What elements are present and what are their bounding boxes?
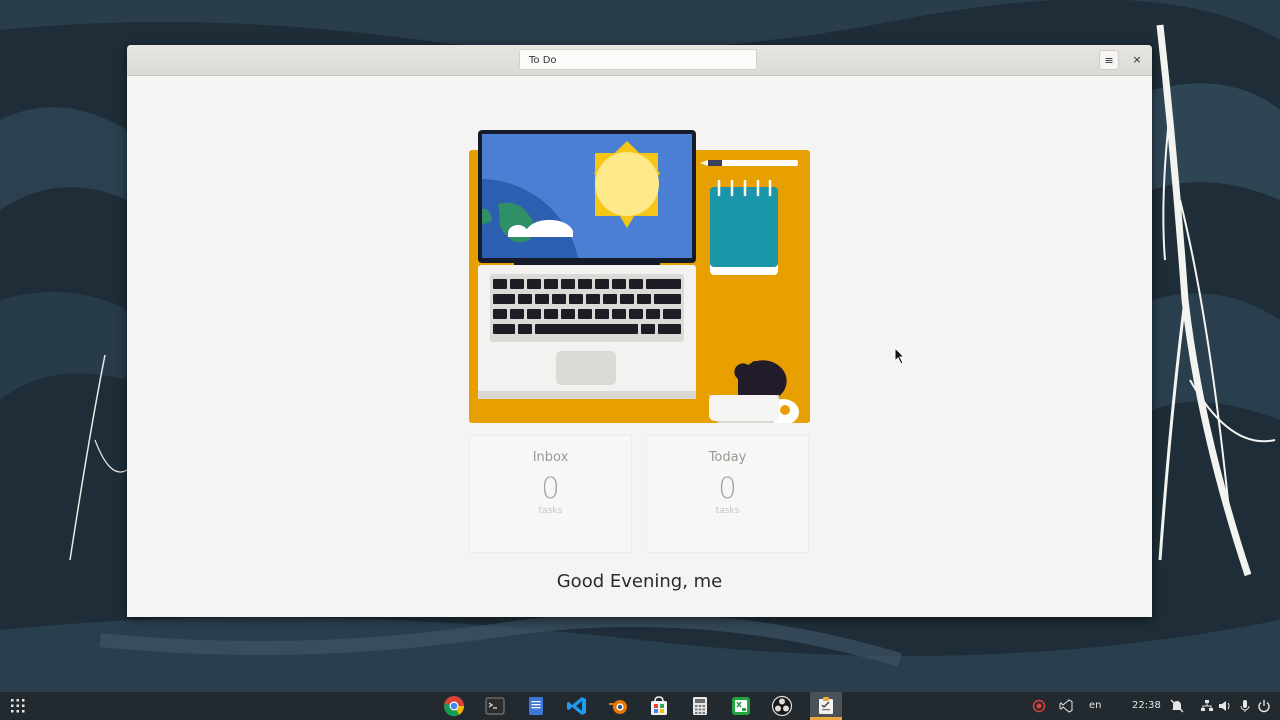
keyboard-language[interactable]: en xyxy=(1089,692,1102,720)
volume-icon[interactable] xyxy=(1218,699,1232,713)
record-indicator-icon[interactable] xyxy=(1032,699,1046,713)
notifications-off-icon[interactable] xyxy=(1170,699,1184,713)
calculator-icon[interactable] xyxy=(689,695,711,717)
inbox-card[interactable]: Inbox 0 tasks xyxy=(469,435,632,553)
vscode-icon[interactable] xyxy=(566,695,588,717)
taskbar: en 22:38 xyxy=(0,692,1280,720)
terminal-icon[interactable] xyxy=(484,695,506,717)
workspace-illustration xyxy=(469,130,810,423)
hamburger-menu-icon[interactable]: ≡ xyxy=(1099,50,1119,70)
clock[interactable]: 22:38 xyxy=(1132,692,1161,720)
window-title[interactable]: To Do xyxy=(519,49,757,70)
inbox-task-unit: tasks xyxy=(538,506,563,516)
blender-icon[interactable] xyxy=(607,695,629,717)
text-editor-icon[interactable] xyxy=(525,695,547,717)
obs-icon[interactable] xyxy=(771,695,793,717)
today-task-unit: tasks xyxy=(715,506,740,516)
todo-app-icon[interactable] xyxy=(815,695,837,717)
power-icon[interactable] xyxy=(1257,699,1271,713)
vscode-tray-icon[interactable] xyxy=(1059,699,1073,713)
greeting-text: Good Evening, me xyxy=(556,571,723,592)
chrome-icon[interactable] xyxy=(443,695,465,717)
close-icon[interactable]: × xyxy=(1127,50,1147,70)
spreadsheet-icon[interactable] xyxy=(730,695,752,717)
today-task-count: 0 xyxy=(718,471,737,505)
todo-window: To Do ≡ × Inbox 0 tasks Today 0 tasks Go… xyxy=(127,45,1152,617)
network-icon[interactable] xyxy=(1200,699,1214,713)
today-card[interactable]: Today 0 tasks xyxy=(646,435,809,553)
inbox-card-title: Inbox xyxy=(532,450,569,465)
header-bar: To Do ≡ × xyxy=(127,45,1152,76)
software-store-icon[interactable] xyxy=(648,695,670,717)
today-card-title: Today xyxy=(708,450,747,465)
microphone-icon[interactable] xyxy=(1238,699,1252,713)
inbox-task-count: 0 xyxy=(541,471,560,505)
app-grid-icon[interactable] xyxy=(11,699,25,713)
mouse-cursor-icon xyxy=(894,347,906,365)
